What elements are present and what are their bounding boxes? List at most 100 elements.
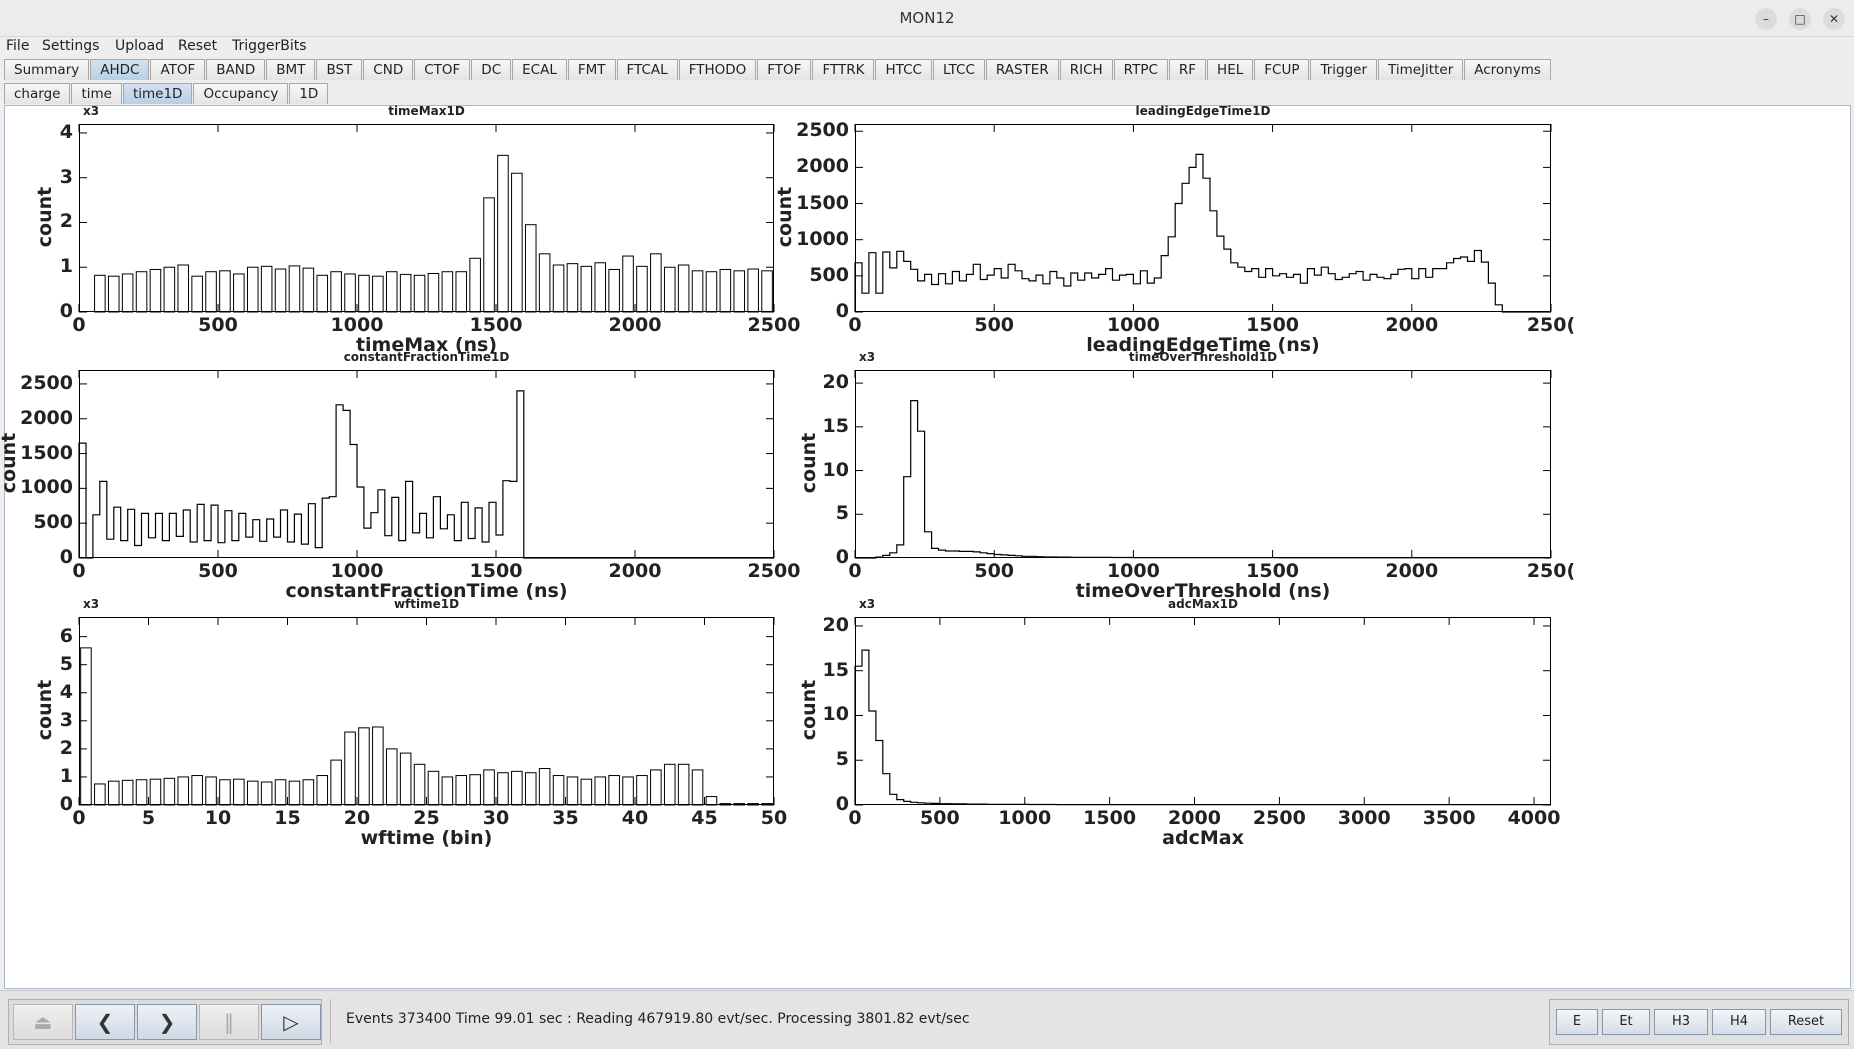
y-tick-label: 500 xyxy=(809,263,849,286)
histogram-bar xyxy=(191,275,203,313)
tab-ftof[interactable]: FTOF xyxy=(757,59,812,80)
histogram-bar xyxy=(483,769,495,806)
tab-ahdc[interactable]: AHDC xyxy=(90,59,150,80)
y-tick-label: 2000 xyxy=(796,155,849,178)
maximize-icon[interactable]: □ xyxy=(1789,8,1811,30)
tab-dc[interactable]: DC xyxy=(471,59,512,80)
histogram-bar xyxy=(733,270,746,313)
histogram-bar xyxy=(580,778,593,806)
histogram-bar xyxy=(413,274,426,313)
tab-fttrk[interactable]: FTTRK xyxy=(812,59,875,80)
histogram-bar xyxy=(761,270,773,313)
tab-htcc[interactable]: HTCC xyxy=(875,59,932,80)
tab-rf[interactable]: RF xyxy=(1168,59,1207,80)
tab-bmt[interactable]: BMT xyxy=(266,59,316,80)
histogram-bar xyxy=(260,265,273,313)
reset-button[interactable]: Reset xyxy=(1770,1009,1842,1035)
minimize-icon[interactable]: – xyxy=(1755,8,1777,30)
h3-button[interactable]: H3 xyxy=(1654,1009,1708,1035)
histogram-bar xyxy=(552,775,565,806)
x-tick-label: 1500 xyxy=(469,560,523,582)
et-button[interactable]: Et xyxy=(1602,1009,1650,1035)
pause-button[interactable]: ‖ xyxy=(199,1004,259,1040)
next-button[interactable]: ❯ xyxy=(137,1004,197,1040)
histogram-bar xyxy=(302,779,315,806)
tab-ecal[interactable]: ECAL xyxy=(512,59,567,80)
tab-acronyms[interactable]: Acronyms xyxy=(1464,59,1551,80)
menu-settings[interactable]: Settings xyxy=(40,38,101,54)
histogram-line xyxy=(78,390,774,559)
h4-button[interactable]: H4 xyxy=(1712,1009,1766,1035)
histogram-svg xyxy=(854,124,1552,313)
subtab-time[interactable]: time xyxy=(71,83,122,104)
menu-reset[interactable]: Reset xyxy=(176,38,219,54)
y-tick-label: 1500 xyxy=(20,441,73,464)
subtab-charge[interactable]: charge xyxy=(4,83,71,104)
tab-trigger[interactable]: Trigger xyxy=(1310,59,1378,80)
plot-wftime1d[interactable]: wftime1D x3 0 5 10 15 20 25 30 35 40 45 50 0 1 2 3 4 5 6 wft… xyxy=(34,597,787,849)
histogram-bar xyxy=(719,268,732,313)
subtab-occupancy[interactable]: Occupancy xyxy=(193,83,289,104)
y-tick-label: 20 xyxy=(822,613,849,636)
plot-adcmax1d[interactable]: adcMax1D x3 0 500 1000 1500 2000 2500 3000 3500 40… xyxy=(798,597,1560,849)
tab-summary[interactable]: Summary xyxy=(4,59,90,80)
e-button[interactable]: E xyxy=(1556,1009,1598,1035)
menu-upload[interactable]: Upload xyxy=(113,38,166,54)
histogram-bar xyxy=(455,775,468,806)
close-icon[interactable]: ✕ xyxy=(1823,8,1845,30)
histogram-bar xyxy=(233,273,245,313)
tab-fthodo[interactable]: FTHODO xyxy=(678,59,757,80)
plot-timeoverthreshold1d[interactable]: timeOverThreshold1D x3 0 500 1000 1500 2000 250… xyxy=(798,350,1575,602)
x-tick-label: 500 xyxy=(198,314,238,336)
histogram-bar xyxy=(511,770,523,806)
histogram-bar xyxy=(177,776,190,806)
y-axis-label: count xyxy=(774,186,796,248)
tab-ltcc[interactable]: LTCC xyxy=(932,59,985,80)
tab-band[interactable]: BAND xyxy=(206,59,266,80)
tab-fmt[interactable]: FMT xyxy=(567,59,616,80)
x-tick-label: 20 xyxy=(343,807,371,829)
tab-timejitter[interactable]: TimeJitter xyxy=(1378,59,1464,80)
tab-cnd[interactable]: CND xyxy=(363,59,414,80)
histogram-line xyxy=(855,400,1551,559)
menu-file[interactable]: File xyxy=(4,38,31,54)
tab-raster[interactable]: RASTER xyxy=(985,59,1059,80)
subtab-1d[interactable]: 1D xyxy=(289,83,329,104)
histogram-bar xyxy=(205,776,217,806)
tab-ctof[interactable]: CTOF xyxy=(414,59,471,80)
histogram-bar xyxy=(288,780,301,806)
x-tick-label: 1000 xyxy=(1106,314,1160,336)
tab-rich[interactable]: RICH xyxy=(1059,59,1113,80)
x-tick-label: 1000 xyxy=(330,560,384,582)
plot-timemax1d[interactable]: timeMax1D x3 0 500 1000 1500 2000 2500 0 1 2 3 4 time… xyxy=(34,104,800,356)
histogram-bar xyxy=(399,273,412,313)
eject-button[interactable]: ⏏ xyxy=(13,1004,73,1040)
histogram-bar xyxy=(594,262,607,313)
histogram-bar xyxy=(163,266,176,313)
plot-constantfractiontime1d[interactable]: constantFractionTime1D 0 500 1000 1500 2000 25… xyxy=(0,350,800,602)
play-button[interactable]: ▷ xyxy=(261,1004,321,1040)
histogram-bar xyxy=(219,270,231,313)
subtab-time1d[interactable]: time1D xyxy=(122,83,193,104)
plot-canvas[interactable]: timeMax1D x3 0 500 1000 1500 2000 2500 0 1 2 3 4 time… xyxy=(0,104,1851,989)
tab-fcup[interactable]: FCUP xyxy=(1254,59,1310,80)
histogram-bar xyxy=(469,774,481,806)
tab-bst[interactable]: BST xyxy=(316,59,363,80)
sub-tab-bar: charge time time1D Occupancy 1D xyxy=(4,83,329,105)
tab-atof[interactable]: ATOF xyxy=(150,59,206,80)
plot-title: adcMax1D xyxy=(1168,597,1238,611)
play-icon: ▷ xyxy=(283,1010,299,1034)
x-tick-label: 2000 xyxy=(608,314,662,336)
x-tick-label: 1000 xyxy=(330,314,384,336)
x-tick-label: 5 xyxy=(141,807,156,829)
menu-triggerbits[interactable]: TriggerBits xyxy=(230,38,309,54)
plot-leadingedgetime1d[interactable]: leadingEdgeTime1D 0 500 1000 1500 2000 250(0 50… xyxy=(774,104,1575,356)
previous-button[interactable]: ❮ xyxy=(75,1004,135,1040)
x-axis-label: adcMax xyxy=(1162,827,1244,849)
tab-ftcal[interactable]: FTCAL xyxy=(616,59,678,80)
tab-hel[interactable]: HEL xyxy=(1207,59,1254,80)
tab-rtpc[interactable]: RTPC xyxy=(1113,59,1168,80)
y-tick-label: 0 xyxy=(59,793,73,815)
y-tick-label: 500 xyxy=(33,511,73,534)
histogram-bar xyxy=(385,271,398,313)
